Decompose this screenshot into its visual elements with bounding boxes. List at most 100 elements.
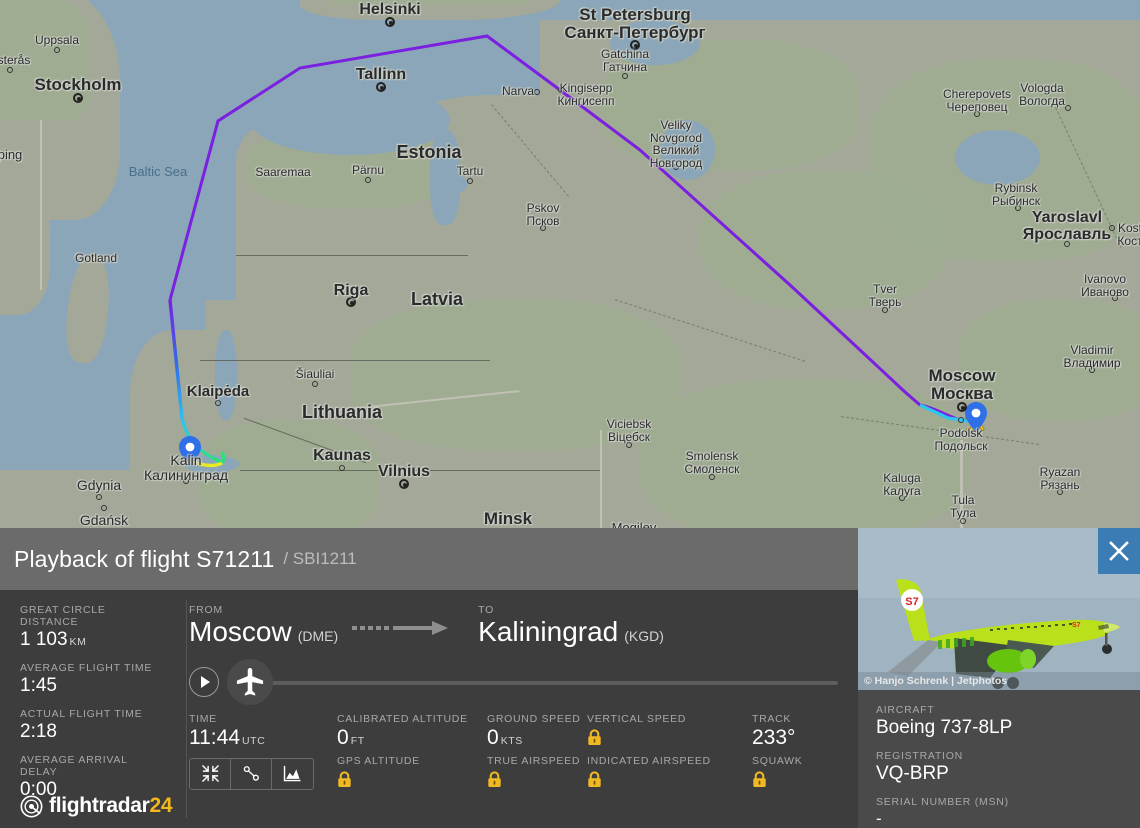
map-canvas[interactable]: Uppsala sterås Stockholm ping Baltic Sea Gotl… <box>0 0 1140 540</box>
map-city-label: Gotland <box>74 251 118 265</box>
telemetry-group-vertical-speed: VERTICAL SPEED INDICATED AIRSPEED <box>587 713 752 797</box>
msn-label: SERIAL NUMBER (MSN) <box>876 796 1009 808</box>
telemetry-value: 0 kts <box>487 726 523 750</box>
stat-average-flight-time: AVERAGE FLIGHT TIME 1:45 <box>20 662 167 697</box>
destination-city-name: Kaliningrad <box>478 616 619 647</box>
map-city-dot <box>96 494 102 500</box>
telemetry-group-altitude: CALIBRATED ALTITUDE 0 ft GPS ALTITUDE <box>337 713 487 797</box>
page-title: Playback of flight S71211 <box>14 545 275 572</box>
map-city-label: Kingisepp Кингисепп <box>557 81 615 108</box>
map-city-label: Tver Тверь <box>868 282 902 309</box>
lock-icon[interactable] <box>752 770 767 788</box>
telemetry-label: VERTICAL SPEED <box>587 713 687 726</box>
collapse-arrows-icon-button[interactable] <box>190 758 231 789</box>
origin-airport-code: (DME) <box>297 628 339 644</box>
timeline-handle[interactable] <box>227 659 273 706</box>
altitude-chart-icon-button[interactable] <box>272 759 313 789</box>
msn-value: - <box>876 809 882 828</box>
destination-block: TO Kaliningrad (KGD) <box>478 604 664 647</box>
map-city-label: Uppsala <box>34 33 80 47</box>
map-city-label: Vologda Вологда <box>1019 81 1065 108</box>
route-path-icon-button[interactable] <box>231 758 272 789</box>
lock-icon[interactable] <box>587 729 602 746</box>
registration-value: VQ-BRP <box>876 763 949 784</box>
map-city-label: Vilnius <box>377 463 431 480</box>
aircraft-photo: S7 S7 © Hanjo Schrenk | Jetphotos <box>858 528 1140 690</box>
map-city-label: Tallinn <box>355 66 407 83</box>
stat-label: ACTUAL FLIGHT TIME <box>20 708 143 720</box>
map-city-label: sterås <box>0 53 31 67</box>
play-button[interactable] <box>189 667 219 698</box>
map-city-label: Baltic Sea <box>128 164 188 179</box>
map-city-label: Veliky Novgorod Великий Новгород <box>649 118 703 170</box>
origin-city-name: Moscow <box>189 616 292 647</box>
stat-actual-flight-time: ACTUAL FLIGHT TIME 2:18 <box>20 708 167 743</box>
destination-airport-code: (KGD) <box>624 628 664 644</box>
map-city-label: Klaipėda <box>186 383 250 400</box>
map-tool-buttons <box>189 757 314 790</box>
map-city-dot <box>958 417 964 423</box>
map-city-dot <box>1065 105 1071 111</box>
telemetry-group-ground-speed: GROUND SPEED 0 kts TRUE AIRSPEED <box>487 713 587 797</box>
map-city-label: Kaluga Калуга <box>883 471 921 498</box>
page-subtitle: / SBI1211 <box>283 549 357 568</box>
timeline-track[interactable] <box>271 681 838 686</box>
telemetry-unit: kts <box>500 735 523 748</box>
stat-value: 1:45 <box>20 675 57 696</box>
map-city-label: Riga <box>333 282 369 299</box>
telemetry-value: 11:44 UTC <box>189 726 266 750</box>
map-city-dot <box>467 178 473 184</box>
route-path-icon <box>243 766 259 781</box>
altitude-chart-icon <box>283 765 301 782</box>
panel-titlebar: Playback of flight S71211 / SBI1211 <box>0 528 858 590</box>
stat-value: 2:18 <box>20 721 57 742</box>
close-icon <box>1109 541 1129 561</box>
aircraft-info-panel: S7 S7 © Hanjo Schrenk | Jetphotos AIRCRA… <box>858 528 1140 828</box>
close-button[interactable] <box>1098 528 1140 574</box>
map-city-label: Ivanovo Иваново <box>1081 272 1129 299</box>
map-city-label: Smolensk Смоленск <box>684 449 740 476</box>
arrow-right-icon <box>352 621 449 636</box>
svg-text:S7: S7 <box>1072 622 1081 629</box>
playback-timeline-slider[interactable] <box>227 659 842 706</box>
flightradar24-logo[interactable]: flightradar24 <box>20 794 173 818</box>
origin-label: FROM <box>189 604 223 616</box>
map-city-label: Helsinki <box>359 1 421 18</box>
map-city-label: Narva <box>501 84 535 98</box>
summary-stats-column: GREAT CIRCLE DISTANCE 1 103 km AVERAGE FL… <box>0 590 173 828</box>
stat-label: AVERAGE ARRIVAL DELAY <box>20 754 128 778</box>
map-city-dot <box>534 89 540 95</box>
registration-label: REGISTRATION <box>876 750 963 762</box>
stat-label: GREAT CIRCLE DISTANCE <box>20 604 106 628</box>
destination-label: TO <box>478 604 495 616</box>
map-city-dot <box>1109 225 1115 231</box>
telemetry-readouts: TIME 11:44 UTC CALIBRATED ALTITUDE 0 FT … <box>189 713 842 797</box>
map-city-dot <box>312 381 318 387</box>
stat-great-circle-distance: GREAT CIRCLE DISTANCE 1 103 km <box>20 604 167 651</box>
map-city-label: Ryazan Рязань <box>1039 465 1081 492</box>
collapse-arrows-icon <box>201 765 219 782</box>
telemetry-label: TIME <box>189 713 217 726</box>
map-city-label: Minsk <box>483 509 533 528</box>
svg-text:S7: S7 <box>905 596 918 608</box>
lock-icon[interactable] <box>487 770 502 788</box>
map-city-dot <box>54 47 60 53</box>
telemetry-group-track: TRACK 233° SQUAWK <box>752 713 842 797</box>
radar-icon <box>20 795 43 817</box>
telemetry-label: GROUND SPEED <box>487 713 581 726</box>
stat-unit: km <box>69 636 87 648</box>
stat-label: AVERAGE FLIGHT TIME <box>20 662 153 674</box>
telemetry-unit: UTC <box>242 735 266 748</box>
telemetry-label: INDICATED AIRSPEED <box>587 755 711 768</box>
map-city-dot <box>339 465 345 471</box>
map-city-dot <box>957 402 967 412</box>
telemetry-label: TRUE AIRSPEED <box>487 754 581 767</box>
map-city-label: ping <box>0 147 23 162</box>
lock-icon[interactable] <box>587 771 602 788</box>
flight-detail-panel: Playback of flight S71211 / SBI1211 GREA… <box>0 528 1140 828</box>
lock-icon[interactable] <box>337 770 352 788</box>
telemetry-label: SQUAWK <box>752 754 803 767</box>
airplane-icon <box>236 668 264 696</box>
map-city-label: Gatchina Гатчина <box>600 47 650 74</box>
map-city-label: Pärnu <box>351 163 385 177</box>
